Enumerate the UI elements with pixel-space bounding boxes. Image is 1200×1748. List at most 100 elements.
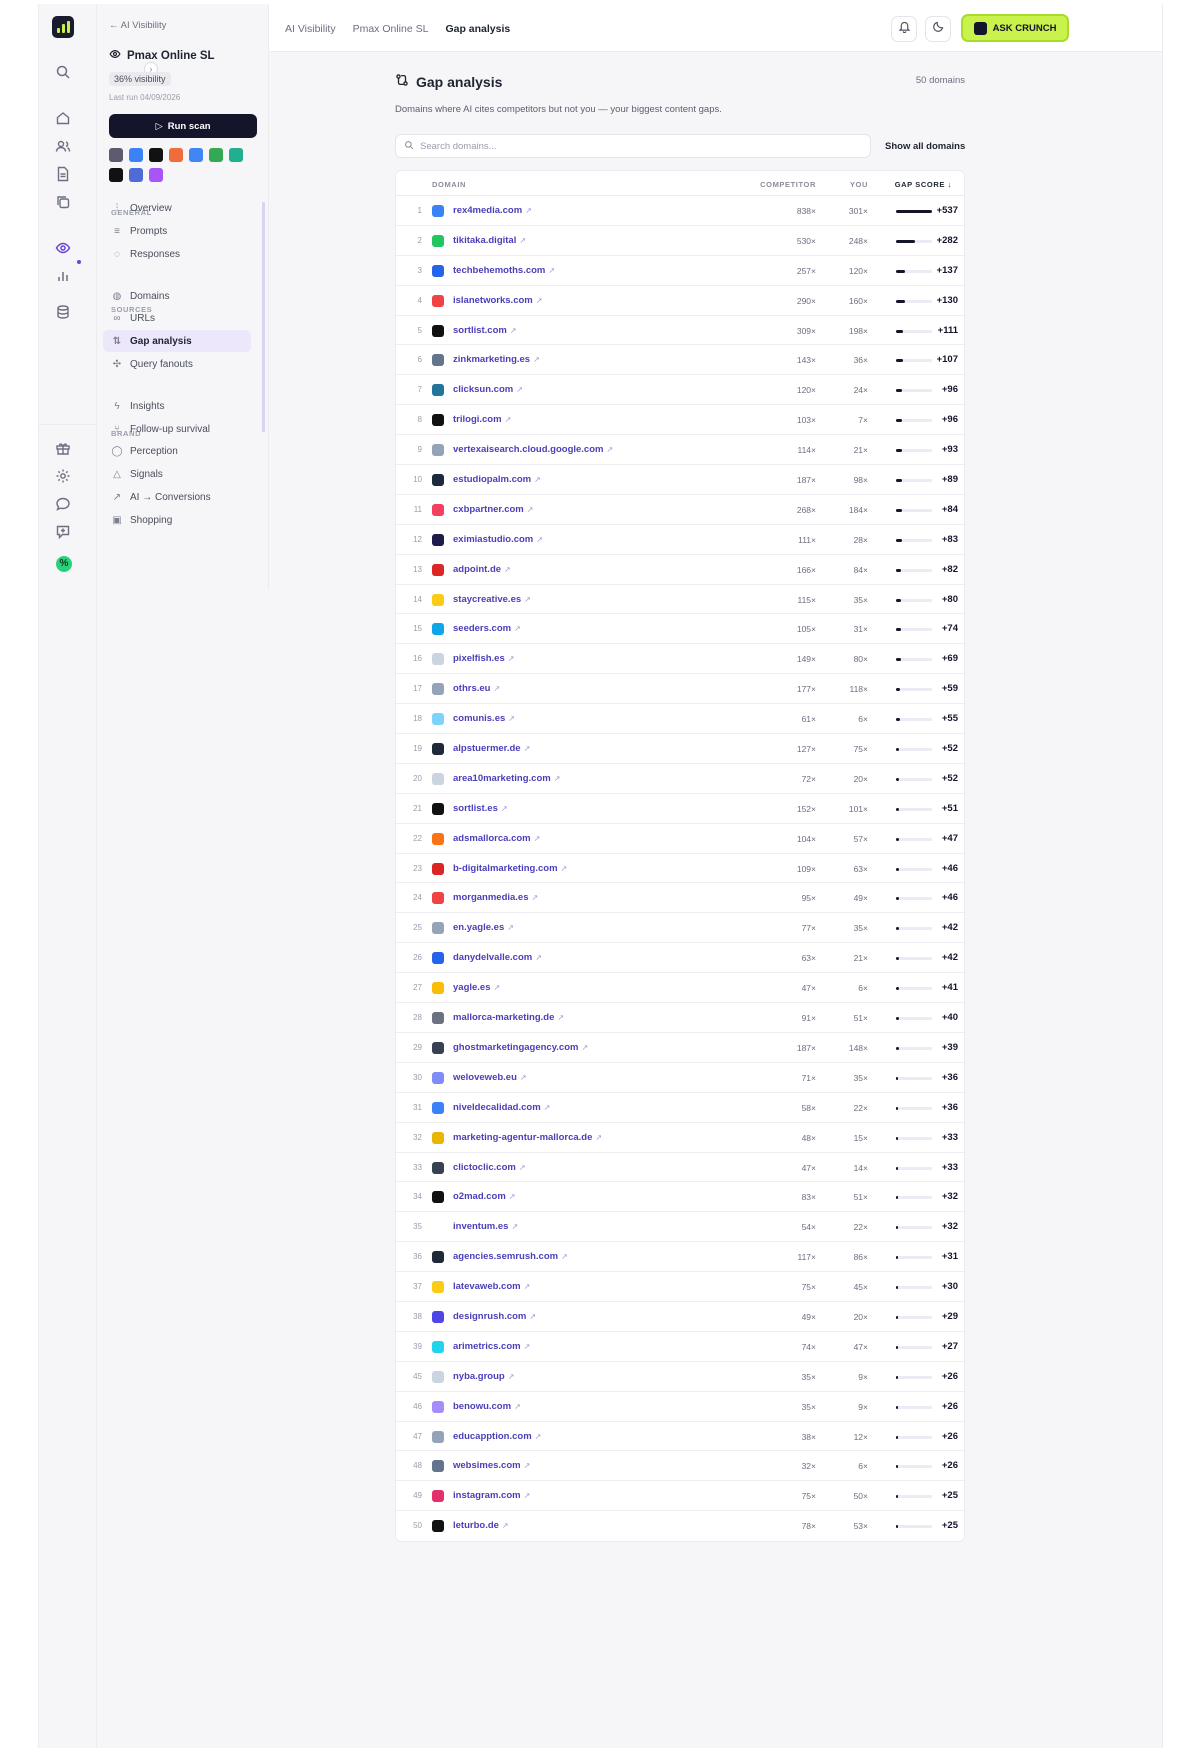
back-link[interactable]: ← AI Visibility [109, 20, 166, 31]
domain-link[interactable]: islanetworks.com ↗ [453, 295, 542, 306]
external-link-icon[interactable]: ↗ [525, 206, 532, 215]
domain-link[interactable]: weloveweb.eu ↗ [453, 1072, 527, 1083]
engine-icon[interactable] [129, 148, 143, 162]
external-link-icon[interactable]: ↗ [516, 385, 523, 394]
domain-link[interactable]: clicksun.com ↗ [453, 384, 523, 395]
sidebar-item-perception[interactable]: ◯ Perception [103, 440, 251, 462]
table-row[interactable]: 10 estudiopalm.com ↗ 187× 98× +89 [396, 465, 964, 495]
chat-icon[interactable] [55, 496, 71, 512]
external-link-icon[interactable]: ↗ [501, 804, 508, 813]
domain-link[interactable]: arimetrics.com ↗ [453, 1341, 530, 1352]
table-row[interactable]: 28 mallorca-marketing.de ↗ 91× 51× +40 [396, 1003, 964, 1033]
domain-link[interactable]: en.yagle.es ↗ [453, 922, 514, 933]
external-link-icon[interactable]: ↗ [524, 744, 531, 753]
sidebar-item-follow-up-survival[interactable]: ⑂ Follow-up survival [103, 418, 251, 440]
table-row[interactable]: 14 staycreative.es ↗ 115× 35× +80 [396, 585, 964, 615]
table-row[interactable]: 45 nyba.group ↗ 35× 9× +26 [396, 1362, 964, 1392]
domain-link[interactable]: marketing-agentur-mallorca.de ↗ [453, 1132, 602, 1143]
domain-link[interactable]: nyba.group ↗ [453, 1371, 514, 1382]
external-link-icon[interactable]: ↗ [514, 624, 521, 633]
domain-link[interactable]: comunis.es ↗ [453, 713, 515, 724]
table-row[interactable]: 36 agencies.semrush.com ↗ 117× 86× +31 [396, 1242, 964, 1273]
engine-icon[interactable] [209, 148, 223, 162]
domain-link[interactable]: adsmallorca.com ↗ [453, 833, 540, 844]
theme-toggle-button[interactable] [925, 16, 951, 42]
eye-icon[interactable] [55, 240, 71, 256]
table-row[interactable]: 37 latevaweb.com ↗ 75× 45× +30 [396, 1272, 964, 1302]
domain-link[interactable]: alpstuermer.de ↗ [453, 743, 530, 754]
external-link-icon[interactable]: ↗ [524, 1461, 531, 1470]
table-row[interactable]: 7 clicksun.com ↗ 120× 24× +96 [396, 375, 964, 406]
table-row[interactable]: 50 leturbo.de ↗ 78× 53× +25 [396, 1511, 964, 1541]
external-link-icon[interactable]: ↗ [527, 505, 534, 514]
domain-link[interactable]: techbehemoths.com ↗ [453, 265, 555, 276]
table-row[interactable]: 12 eximiastudio.com ↗ 111× 28× +83 [396, 525, 964, 555]
domain-link[interactable]: websimes.com ↗ [453, 1460, 530, 1471]
engine-icon[interactable] [229, 148, 243, 162]
sidebar-item-ai-conversions[interactable]: ↗ AI → Conversions [103, 486, 251, 508]
table-row[interactable]: 47 educapption.com ↗ 38× 12× +26 [396, 1422, 964, 1452]
table-row[interactable]: 25 en.yagle.es ↗ 77× 35× +42 [396, 913, 964, 944]
domain-link[interactable]: agencies.semrush.com ↗ [453, 1251, 568, 1262]
table-row[interactable]: 34 o2mad.com ↗ 83× 51× +32 [396, 1182, 964, 1213]
external-link-icon[interactable]: ↗ [529, 1312, 536, 1321]
table-row[interactable]: 49 instagram.com ↗ 75× 50× +25 [396, 1481, 964, 1512]
sidebar-item-overview[interactable]: ⫶ Overview [103, 197, 251, 219]
table-row[interactable]: 20 area10marketing.com ↗ 72× 20× +52 [396, 764, 964, 794]
external-link-icon[interactable]: ↗ [561, 864, 568, 873]
sidebar-item-shopping[interactable]: ▣ Shopping [103, 509, 251, 531]
table-row[interactable]: 4 islanetworks.com ↗ 290× 160× +130 [396, 286, 964, 316]
header-domain[interactable]: DOMAIN [432, 180, 466, 189]
engine-icon[interactable] [149, 168, 163, 182]
domain-link[interactable]: estudiopalm.com ↗ [453, 474, 541, 485]
table-row[interactable]: 19 alpstuermer.de ↗ 127× 75× +52 [396, 734, 964, 764]
table-row[interactable]: 31 niveldecalidad.com ↗ 58× 22× +36 [396, 1093, 964, 1123]
external-link-icon[interactable]: ↗ [524, 1282, 531, 1291]
users-icon[interactable] [55, 138, 71, 154]
brand-badge-icon[interactable]: % [56, 556, 72, 572]
engine-icon[interactable] [109, 168, 123, 182]
engine-icon[interactable] [189, 148, 203, 162]
app-logo[interactable] [52, 16, 74, 38]
engine-icon[interactable] [109, 148, 123, 162]
engine-icon[interactable] [129, 168, 143, 182]
table-row[interactable]: 46 benowu.com ↗ 35× 9× +26 [396, 1392, 964, 1422]
domain-link[interactable]: danydelvalle.com ↗ [453, 952, 542, 963]
domain-link[interactable]: tikitaka.digital ↗ [453, 235, 526, 246]
settings-icon[interactable] [55, 468, 71, 484]
domain-link[interactable]: b-digitalmarketing.com ↗ [453, 863, 567, 874]
external-link-icon[interactable]: ↗ [494, 983, 501, 992]
breadcrumb-project[interactable]: Pmax Online SL [353, 23, 429, 35]
domain-link[interactable]: adpoint.de ↗ [453, 564, 511, 575]
domain-link[interactable]: area10marketing.com ↗ [453, 773, 560, 784]
breadcrumb-ai-visibility[interactable]: AI Visibility [285, 23, 336, 35]
external-link-icon[interactable]: ↗ [519, 236, 526, 245]
external-link-icon[interactable]: ↗ [524, 595, 531, 604]
table-row[interactable]: 17 othrs.eu ↗ 177× 118× +59 [396, 674, 964, 705]
table-row[interactable]: 23 b-digitalmarketing.com ↗ 109× 63× +46 [396, 854, 964, 884]
table-row[interactable]: 39 arimetrics.com ↗ 74× 47× +27 [396, 1332, 964, 1362]
external-link-icon[interactable]: ↗ [508, 654, 515, 663]
domain-link[interactable]: pixelfish.es ↗ [453, 653, 514, 664]
external-link-icon[interactable]: ↗ [520, 1073, 527, 1082]
table-row[interactable]: 8 trilogi.com ↗ 103× 7× +96 [396, 405, 964, 436]
search-input[interactable] [420, 140, 840, 152]
external-link-icon[interactable]: ↗ [493, 684, 500, 693]
notifications-button[interactable] [891, 16, 917, 42]
table-row[interactable]: 26 danydelvalle.com ↗ 63× 21× +42 [396, 943, 964, 974]
external-link-icon[interactable]: ↗ [502, 1521, 509, 1530]
feedback-icon[interactable] [55, 524, 71, 540]
external-link-icon[interactable]: ↗ [507, 923, 514, 932]
run-scan-button[interactable]: ▷ Run scan [109, 114, 257, 138]
table-row[interactable]: 15 seeders.com ↗ 105× 31× +74 [396, 614, 964, 645]
external-link-icon[interactable]: ↗ [554, 774, 561, 783]
domain-link[interactable]: trilogi.com ↗ [453, 414, 511, 425]
external-link-icon[interactable]: ↗ [533, 355, 540, 364]
table-row[interactable]: 6 zinkmarketing.es ↗ 143× 36× +107 [396, 345, 964, 376]
external-link-icon[interactable]: ↗ [557, 1013, 564, 1022]
domain-link[interactable]: othrs.eu ↗ [453, 683, 500, 694]
domain-link[interactable]: latevaweb.com ↗ [453, 1281, 530, 1292]
external-link-icon[interactable]: ↗ [509, 1192, 516, 1201]
table-row[interactable]: 16 pixelfish.es ↗ 149× 80× +69 [396, 644, 964, 675]
sidebar-item-insights[interactable]: ϟ Insights [103, 395, 251, 417]
